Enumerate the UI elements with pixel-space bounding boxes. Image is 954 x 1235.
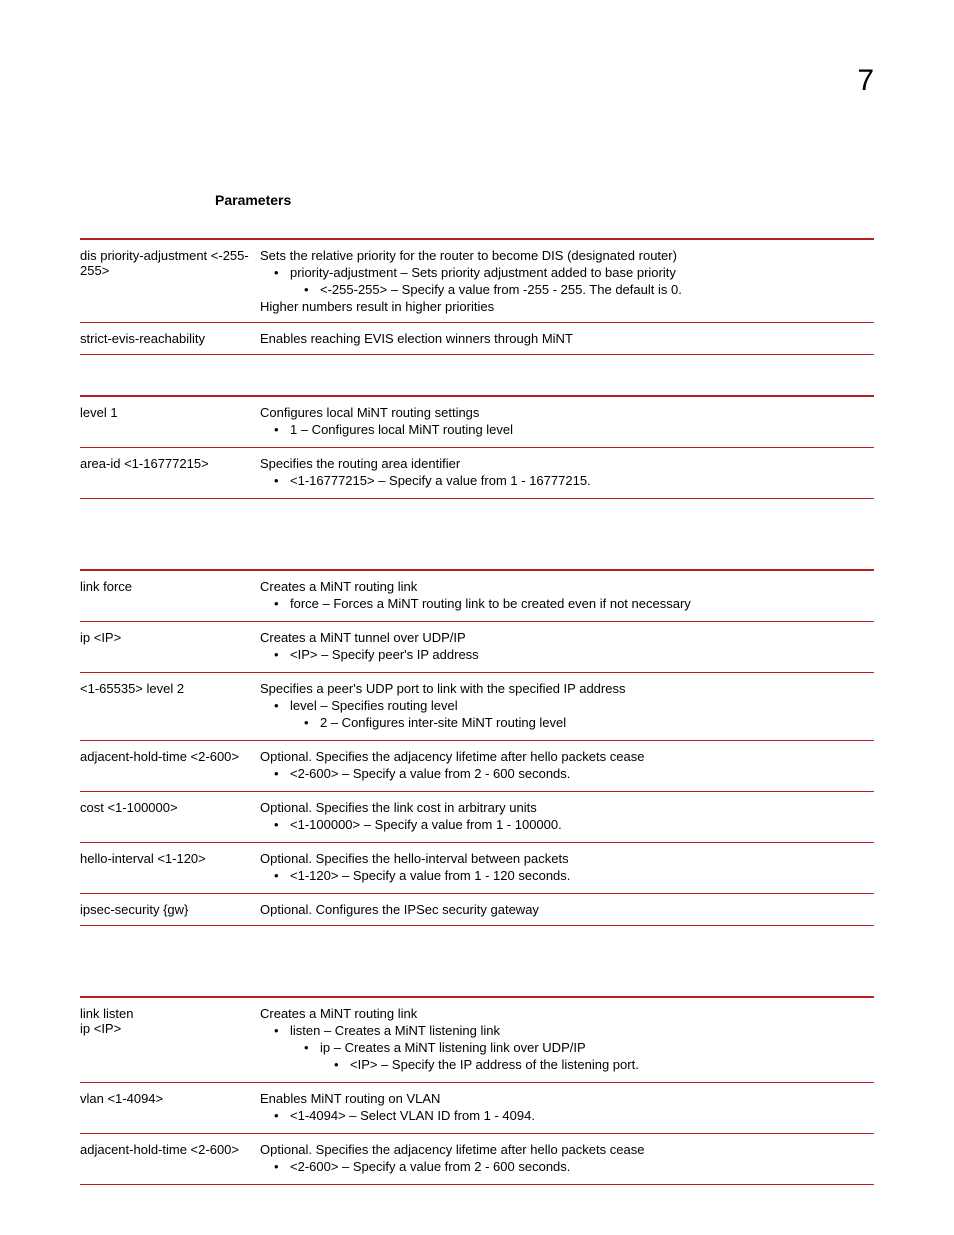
bullet-text: priority-adjustment – Sets priority adju… xyxy=(290,265,676,280)
param-name: link force xyxy=(80,570,260,622)
parameters-table-4: link listen ip <IP> Creates a MiNT routi… xyxy=(80,996,874,1185)
desc-text: Sets the relative priority for the route… xyxy=(260,248,677,263)
param-description: Creates a MiNT routing link force – Forc… xyxy=(260,570,874,622)
param-description: Enables MiNT routing on VLAN <1-4094> – … xyxy=(260,1083,874,1134)
desc-text: Enables MiNT routing on VLAN xyxy=(260,1091,440,1106)
table-row: hello-interval <1-120> Optional. Specifi… xyxy=(80,843,874,894)
param-description: Optional. Specifies the link cost in arb… xyxy=(260,792,874,843)
param-description: Optional. Specifies the hello-interval b… xyxy=(260,843,874,894)
param-description: Creates a MiNT routing link listen – Cre… xyxy=(260,997,874,1083)
desc-text: Optional. Specifies the hello-interval b… xyxy=(260,851,569,866)
desc-text: Creates a MiNT tunnel over UDP/IP xyxy=(260,630,466,645)
param-name: vlan <1-4094> xyxy=(80,1083,260,1134)
parameters-table-2: level 1 Configures local MiNT routing se… xyxy=(80,395,874,499)
bullet-text: ip – Creates a MiNT listening link over … xyxy=(320,1040,586,1055)
param-description: Configures local MiNT routing settings 1… xyxy=(260,396,874,448)
param-name: dis priority-adjustment <-255-255> xyxy=(80,239,260,323)
bullet-l1: <IP> – Specify peer's IP address xyxy=(274,647,868,662)
param-name: ip <IP> xyxy=(80,622,260,673)
desc-text: Creates a MiNT routing link xyxy=(260,579,417,594)
table-row: adjacent-hold-time <2-600> Optional. Spe… xyxy=(80,1134,874,1185)
param-description: Optional. Specifies the adjacency lifeti… xyxy=(260,1134,874,1185)
param-name: level 1 xyxy=(80,396,260,448)
desc-trailer: Higher numbers result in higher prioriti… xyxy=(260,299,494,314)
table-row: ipsec-security {gw} Optional. Configures… xyxy=(80,894,874,926)
param-description: Enables reaching EVIS election winners t… xyxy=(260,323,874,355)
table-row: area-id <1-16777215> Specifies the routi… xyxy=(80,448,874,499)
desc-text: Specifies the routing area identifier xyxy=(260,456,460,471)
parameters-table-3: link force Creates a MiNT routing link f… xyxy=(80,569,874,926)
param-name: adjacent-hold-time <2-600> xyxy=(80,741,260,792)
bullet-l1: <1-100000> – Specify a value from 1 - 10… xyxy=(274,817,868,832)
param-line: ip <IP> xyxy=(80,1021,121,1036)
bullet-l2: ip – Creates a MiNT listening link over … xyxy=(304,1040,868,1072)
param-description: Sets the relative priority for the route… xyxy=(260,239,874,323)
table-row: ip <IP> Creates a MiNT tunnel over UDP/I… xyxy=(80,622,874,673)
bullet-l1: 1 – Configures local MiNT routing level xyxy=(274,422,868,437)
table-row: <1-65535> level 2 Specifies a peer's UDP… xyxy=(80,673,874,741)
table-row: adjacent-hold-time <2-600> Optional. Spe… xyxy=(80,741,874,792)
bullet-l1: level – Specifies routing level 2 – Conf… xyxy=(274,698,868,730)
param-name: strict-evis-reachability xyxy=(80,323,260,355)
table-row: cost <1-100000> Optional. Specifies the … xyxy=(80,792,874,843)
param-description: Specifies a peer's UDP port to link with… xyxy=(260,673,874,741)
param-name: <1-65535> level 2 xyxy=(80,673,260,741)
bullet-l1: <2-600> – Specify a value from 2 - 600 s… xyxy=(274,1159,868,1174)
bullet-l1: <1-120> – Specify a value from 1 - 120 s… xyxy=(274,868,868,883)
param-name: cost <1-100000> xyxy=(80,792,260,843)
table-row: level 1 Configures local MiNT routing se… xyxy=(80,396,874,448)
bullet-l1: <2-600> – Specify a value from 2 - 600 s… xyxy=(274,766,868,781)
param-name: hello-interval <1-120> xyxy=(80,843,260,894)
param-name: link listen ip <IP> xyxy=(80,997,260,1083)
bullet-text: listen – Creates a MiNT listening link xyxy=(290,1023,500,1038)
table-row: link listen ip <IP> Creates a MiNT routi… xyxy=(80,997,874,1083)
bullet-l1: <1-16777215> – Specify a value from 1 - … xyxy=(274,473,868,488)
bullet-l2: <-255-255> – Specify a value from -255 -… xyxy=(304,282,868,297)
desc-text: Configures local MiNT routing settings xyxy=(260,405,479,420)
param-description: Creates a MiNT tunnel over UDP/IP <IP> –… xyxy=(260,622,874,673)
page-number: 7 xyxy=(857,64,874,98)
desc-text: Creates a MiNT routing link xyxy=(260,1006,417,1021)
table-row: strict-evis-reachability Enables reachin… xyxy=(80,323,874,355)
param-description: Optional. Configures the IPSec security … xyxy=(260,894,874,926)
table-row: dis priority-adjustment <-255-255> Sets … xyxy=(80,239,874,323)
desc-text: Optional. Specifies the adjacency lifeti… xyxy=(260,749,644,764)
desc-text: Optional. Specifies the adjacency lifeti… xyxy=(260,1142,644,1157)
param-description: Optional. Specifies the adjacency lifeti… xyxy=(260,741,874,792)
param-line: link listen xyxy=(80,1006,133,1021)
bullet-l2: 2 – Configures inter-site MiNT routing l… xyxy=(304,715,868,730)
bullet-l1: <1-4094> – Select VLAN ID from 1 - 4094. xyxy=(274,1108,868,1123)
section-title: Parameters xyxy=(215,192,874,208)
bullet-l1: priority-adjustment – Sets priority adju… xyxy=(274,265,868,297)
table-row: vlan <1-4094> Enables MiNT routing on VL… xyxy=(80,1083,874,1134)
table-row: link force Creates a MiNT routing link f… xyxy=(80,570,874,622)
bullet-l1: listen – Creates a MiNT listening link i… xyxy=(274,1023,868,1072)
param-name: adjacent-hold-time <2-600> xyxy=(80,1134,260,1185)
param-name: area-id <1-16777215> xyxy=(80,448,260,499)
bullet-l1: force – Forces a MiNT routing link to be… xyxy=(274,596,868,611)
desc-text: Optional. Specifies the link cost in arb… xyxy=(260,800,537,815)
bullet-l3: <IP> – Specify the IP address of the lis… xyxy=(334,1057,868,1072)
bullet-text: level – Specifies routing level xyxy=(290,698,458,713)
desc-text: Specifies a peer's UDP port to link with… xyxy=(260,681,625,696)
parameters-table-1: dis priority-adjustment <-255-255> Sets … xyxy=(80,238,874,355)
param-description: Specifies the routing area identifier <1… xyxy=(260,448,874,499)
param-name: ipsec-security {gw} xyxy=(80,894,260,926)
